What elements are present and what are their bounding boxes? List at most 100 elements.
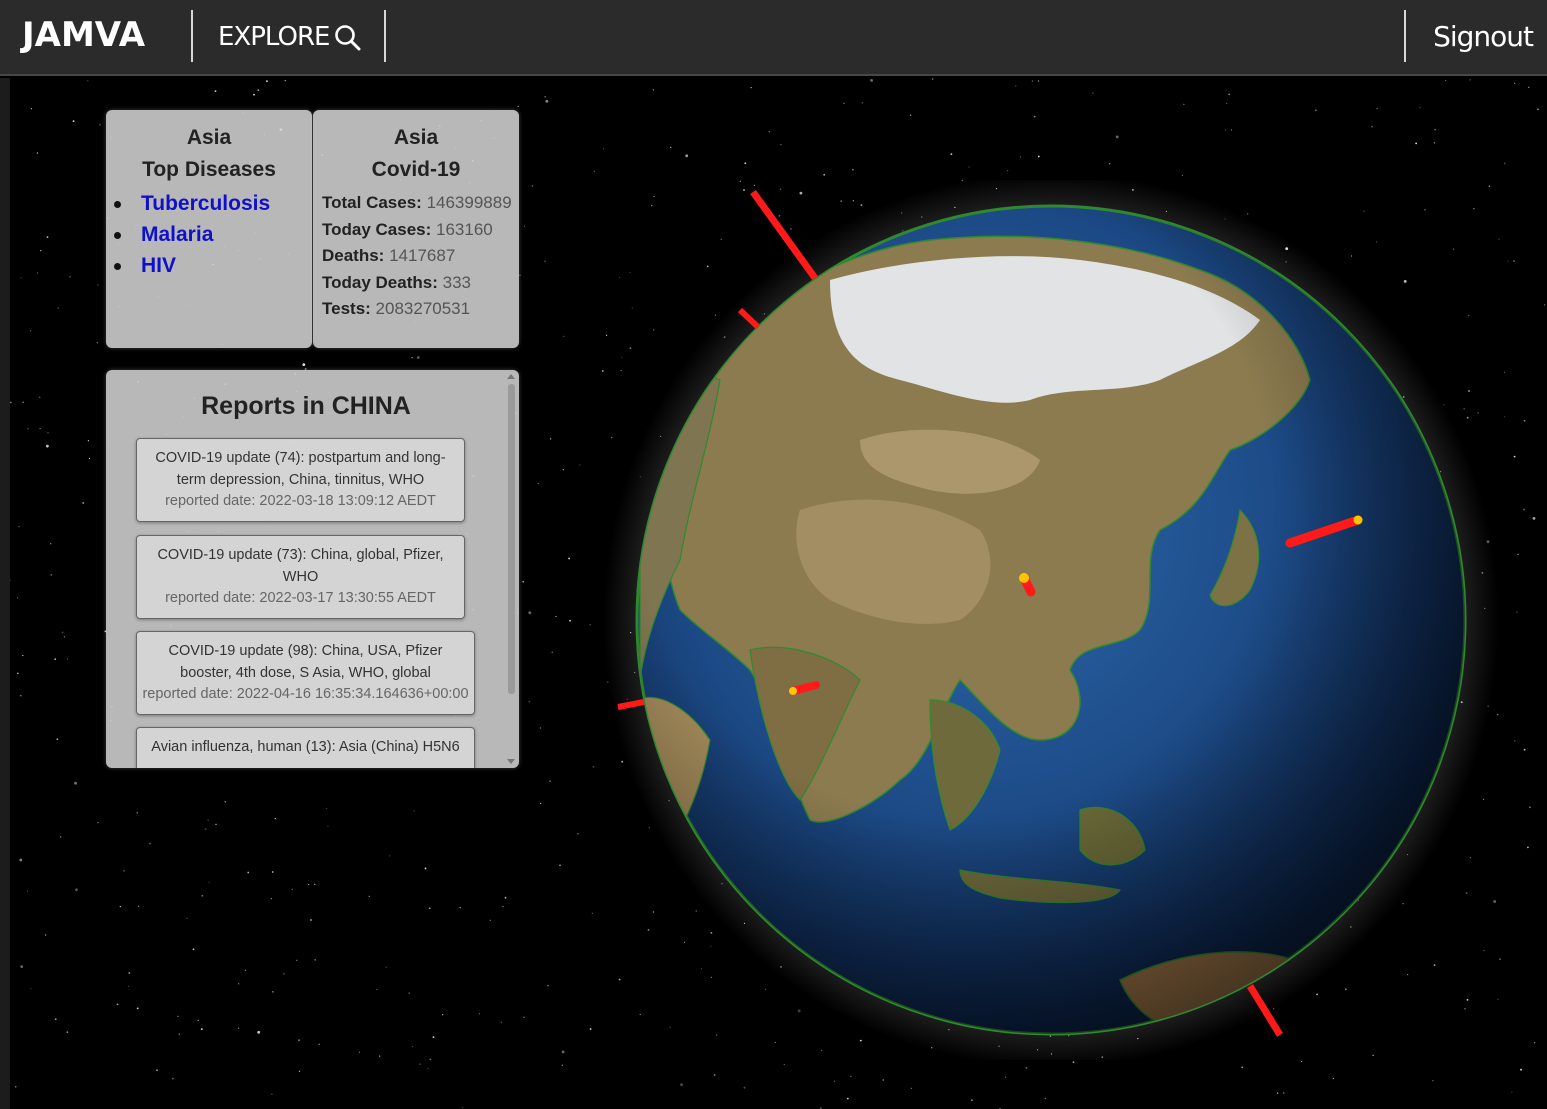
report-card[interactable]: COVID-19 update (98): China, USA, Pfizer…: [136, 631, 475, 715]
disease-link-hiv[interactable]: HIV: [114, 250, 312, 281]
star: [680, 1083, 683, 1087]
star: [1033, 115, 1036, 118]
star: [1520, 1068, 1522, 1071]
star: [257, 1030, 261, 1034]
star: [429, 1058, 432, 1061]
report-text: Avian influenza, human (13): Asia (China…: [151, 739, 460, 755]
star: [30, 330, 32, 332]
star: [589, 624, 591, 626]
star: [1528, 86, 1530, 88]
star: [1516, 611, 1518, 613]
star: [310, 919, 312, 921]
star: [523, 1016, 525, 1018]
star: [296, 959, 298, 961]
stat-today-cases: Today Cases: 163160: [313, 217, 519, 244]
star: [968, 166, 970, 168]
diseases-region: Asia: [186, 126, 232, 149]
star: [314, 959, 317, 961]
star: [910, 1087, 913, 1089]
disease-link-malaria[interactable]: Malaria: [114, 219, 312, 250]
scroll-thumb[interactable]: [508, 384, 515, 694]
star: [882, 1079, 885, 1081]
star: [551, 651, 553, 653]
star: [528, 700, 531, 703]
covid-stats-panel: Asia Covid-19 Total Cases: 146399889 Tod…: [313, 110, 519, 348]
star: [272, 991, 274, 993]
star: [197, 1019, 199, 1021]
star: [156, 1069, 158, 1072]
star: [88, 457, 91, 460]
star: [302, 363, 306, 366]
star: [559, 864, 561, 867]
star: [1037, 80, 1040, 82]
star: [215, 823, 217, 826]
star: [833, 1080, 836, 1082]
stat-label: Total Cases:: [322, 193, 422, 212]
star: [97, 822, 99, 824]
nav-divider: [191, 10, 193, 62]
report-text: WHO: [282, 568, 319, 585]
report-card[interactable]: COVID-19 update (73): China, global, Pfi…: [136, 535, 465, 619]
scroll-down-arrow[interactable]: [507, 759, 515, 764]
star: [593, 170, 595, 172]
star: [504, 896, 507, 899]
star: [39, 427, 41, 430]
star: [743, 1086, 746, 1089]
star: [1523, 508, 1526, 511]
report-card[interactable]: Avian influenza, human (13): Asia (China…: [136, 727, 475, 768]
earth-globe[interactable]: [600, 180, 1500, 1060]
disease-link-tuberculosis[interactable]: Tuberculosis: [114, 188, 312, 219]
star: [36, 152, 38, 154]
reports-panel[interactable]: Reports in CHINA COVID-19 update (74): p…: [106, 370, 519, 768]
star: [97, 284, 99, 286]
star: [136, 1007, 139, 1010]
star: [266, 80, 268, 82]
star: [271, 1093, 273, 1095]
star: [201, 894, 204, 897]
star: [852, 168, 854, 171]
star: [1532, 517, 1536, 520]
diseases-heading: Top Diseases: [142, 158, 276, 181]
app-logo[interactable]: JAMVA: [22, 13, 145, 57]
report-date: reported date: 2022-03-18 13:09:12 AEDT: [165, 493, 436, 509]
star: [1503, 371, 1506, 373]
star: [19, 858, 23, 862]
scroll-up-arrow[interactable]: [507, 374, 515, 379]
explore-button[interactable]: EXPLORE: [218, 20, 363, 54]
star: [750, 87, 752, 89]
star: [1537, 108, 1539, 111]
star: [60, 836, 62, 838]
star: [358, 1051, 361, 1053]
star: [385, 966, 387, 968]
stat-value: 2083270531: [375, 299, 471, 318]
star: [411, 357, 413, 359]
star: [271, 871, 274, 873]
star: [284, 80, 286, 82]
star: [1025, 1066, 1028, 1069]
star: [517, 105, 519, 107]
stat-value: 1417687: [389, 246, 456, 265]
star: [72, 120, 75, 122]
star: [1228, 93, 1231, 96]
stat-deaths: Deaths: 1417687: [313, 243, 519, 270]
star: [579, 464, 581, 466]
star: [298, 1070, 301, 1072]
stat-value: 163160: [436, 219, 493, 239]
star: [591, 912, 593, 915]
report-card[interactable]: COVID-19 update (74): postpartum and lon…: [136, 438, 465, 522]
star: [63, 636, 65, 638]
star: [589, 1028, 592, 1030]
reports-scrollbar[interactable]: [506, 374, 516, 764]
star: [224, 801, 226, 803]
star: [870, 79, 873, 82]
star: [1517, 553, 1519, 555]
star: [1282, 1092, 1285, 1094]
star: [550, 438, 552, 440]
star: [950, 153, 953, 155]
star: [783, 1063, 785, 1066]
star: [1434, 128, 1436, 131]
signout-button[interactable]: Signout: [1433, 20, 1534, 54]
star: [540, 802, 542, 805]
star: [569, 619, 571, 622]
star: [1037, 155, 1040, 158]
